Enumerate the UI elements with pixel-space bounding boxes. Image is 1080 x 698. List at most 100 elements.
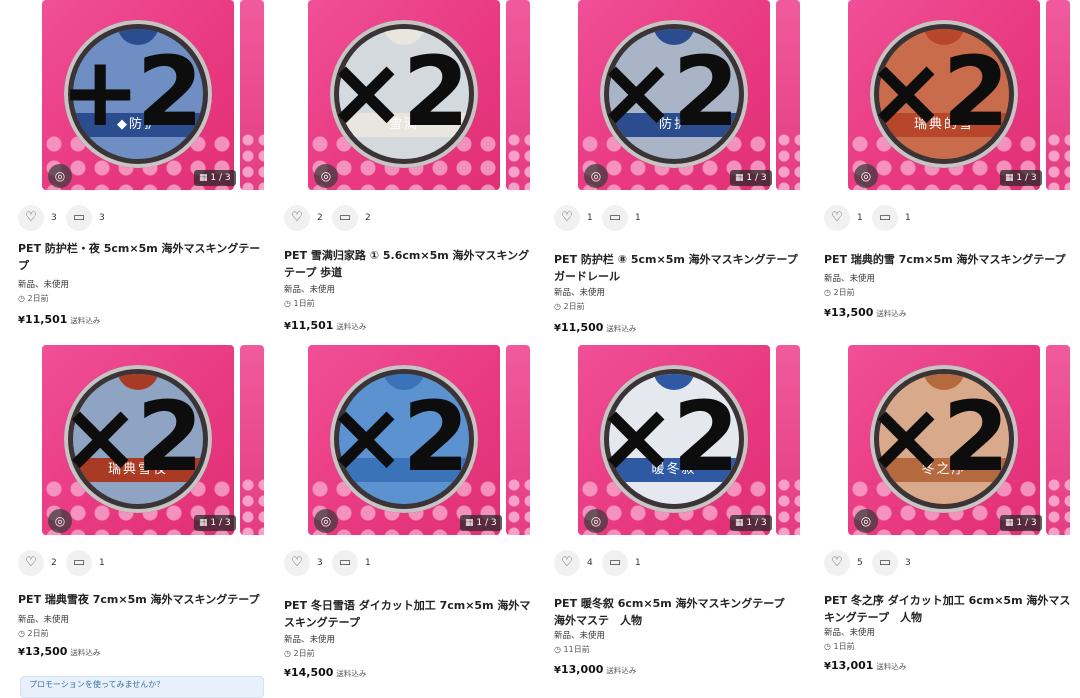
- product-card[interactable]: 瑞典的雪 ×2 ◎ ▦ 1 / 3 ♡ 1 ▭ 1 PET 瑞典的雪 7cm×5…: [824, 0, 1080, 340]
- comment-button[interactable]: ▭: [602, 550, 628, 576]
- next-photo-preview[interactable]: [1046, 0, 1070, 190]
- product-image-area[interactable]: 瑞典雪夜 ×2 ◎ ▦ 1 / 3: [18, 345, 278, 540]
- image-search-icon[interactable]: ◎: [314, 509, 338, 533]
- image-counter: ▦ 1 / 3: [460, 515, 502, 531]
- image-search-icon[interactable]: ◎: [48, 164, 72, 188]
- comment-icon: ▭: [608, 555, 622, 570]
- product-image-area[interactable]: ◆防护 +2 ◎ ▦ 1 / 3: [18, 0, 278, 195]
- posted-time: ◷ 1日前: [824, 642, 855, 651]
- condition-label: 新品、未使用: [284, 285, 336, 295]
- heart-icon: ♡: [831, 555, 843, 570]
- product-image-area[interactable]: 冬之序 ×2 ◎ ▦ 1 / 3: [824, 345, 1080, 540]
- like-count: 2: [51, 558, 57, 568]
- comment-button[interactable]: ▭: [872, 205, 898, 231]
- like-button[interactable]: ♡: [284, 205, 310, 231]
- like-count: 5: [857, 558, 863, 568]
- product-image-area[interactable]: 瑞典的雪 ×2 ◎ ▦ 1 / 3: [824, 0, 1080, 195]
- product-image-area[interactable]: ×2 ◎ ▦ 1 / 3: [284, 345, 544, 540]
- clock-icon: ◷: [824, 288, 831, 297]
- product-card[interactable]: 瑞典雪夜 ×2 ◎ ▦ 1 / 3 ♡ 2 ▭ 1 PET 瑞典雪夜 7cm×5…: [18, 345, 278, 685]
- product-card[interactable]: ×2 ◎ ▦ 1 / 3 ♡ 3 ▭ 1 PET 冬日雪语 ダイカット加工 7c…: [284, 345, 544, 685]
- quantity-overlay: ×2: [866, 36, 1009, 148]
- product-card[interactable]: 暖冬叙 ×2 ◎ ▦ 1 / 3 ♡ 4 ▭ 1 PET 暖冬叙 6cm×5m …: [554, 345, 814, 685]
- price: ¥13,500 送料込み: [824, 306, 907, 319]
- image-counter: ▦ 1 / 3: [1000, 515, 1042, 531]
- like-count: 3: [51, 213, 57, 223]
- promo-banner[interactable]: プロモーションを使ってみませんか？: [20, 676, 264, 698]
- comment-button[interactable]: ▭: [66, 550, 92, 576]
- image-search-icon[interactable]: ◎: [584, 509, 608, 533]
- product-image-area[interactable]: 防护 ×2 ◎ ▦ 1 / 3: [554, 0, 814, 195]
- image-counter: ▦ 1 / 3: [194, 170, 236, 186]
- image-search-icon[interactable]: ◎: [314, 164, 338, 188]
- price: ¥13,001 送料込み: [824, 659, 907, 672]
- clock-icon: ◷: [824, 642, 831, 651]
- like-button[interactable]: ♡: [18, 205, 44, 231]
- image-search-icon[interactable]: ◎: [48, 509, 72, 533]
- posted-time: ◷ 11日前: [554, 645, 590, 654]
- like-button[interactable]: ♡: [554, 550, 580, 576]
- product-title[interactable]: PET 暖冬叙 6cm×5m 海外マスキングテープ 海外マステ 人物: [554, 595, 804, 629]
- like-button[interactable]: ♡: [824, 550, 850, 576]
- price: ¥14,500 送料込み: [284, 666, 367, 679]
- like-count: 2: [317, 213, 323, 223]
- product-title[interactable]: PET 雪满归家路 ① 5.6cm×5m 海外マスキングテープ 歩道: [284, 247, 534, 281]
- like-count: 1: [857, 213, 863, 223]
- image-counter: ▦ 1 / 3: [730, 170, 772, 186]
- comment-button[interactable]: ▭: [602, 205, 628, 231]
- like-button[interactable]: ♡: [284, 550, 310, 576]
- price: ¥11,500 送料込み: [554, 321, 637, 334]
- next-photo-preview[interactable]: [1046, 345, 1070, 535]
- heart-icon: ♡: [25, 555, 37, 570]
- next-photo-preview[interactable]: [240, 0, 264, 190]
- like-button[interactable]: ♡: [18, 550, 44, 576]
- product-card[interactable]: 防护 ×2 ◎ ▦ 1 / 3 ♡ 1 ▭ 1 PET 防护栏 ⑧ 5cm×5m…: [554, 0, 814, 340]
- gallery-icon: ▦: [199, 518, 208, 528]
- comment-icon: ▭: [878, 555, 892, 570]
- next-photo-preview[interactable]: [776, 0, 800, 190]
- comment-button[interactable]: ▭: [66, 205, 92, 231]
- comment-button[interactable]: ▭: [332, 205, 358, 231]
- comment-button[interactable]: ▭: [332, 550, 358, 576]
- product-title[interactable]: PET 瑞典雪夜 7cm×5m 海外マスキングテープ: [18, 591, 268, 608]
- like-button[interactable]: ♡: [824, 205, 850, 231]
- product-title[interactable]: PET 冬日雪语 ダイカット加工 7cm×5m 海外マスキングテープ: [284, 597, 534, 631]
- gallery-icon: ▦: [465, 518, 474, 528]
- product-title[interactable]: PET 防护栏・夜 5cm×5m 海外マスキングテープ: [18, 240, 268, 274]
- heart-icon: ♡: [561, 555, 573, 570]
- product-card[interactable]: 冬之序 ×2 ◎ ▦ 1 / 3 ♡ 5 ▭ 3 PET 冬之序 ダイカット加工…: [824, 345, 1080, 685]
- product-card[interactable]: ◆防护 +2 ◎ ▦ 1 / 3 ♡ 3 ▭ 3 PET 防护栏・夜 5cm×5…: [18, 0, 278, 340]
- product-card[interactable]: 雪満 ×2 ◎ ♡ 2 ▭ 2 PET 雪满归家路 ① 5.6cm×5m 海外マ…: [284, 0, 544, 340]
- like-count: 1: [587, 213, 593, 223]
- next-photo-preview[interactable]: [240, 345, 264, 535]
- condition-label: 新品、未使用: [284, 635, 336, 645]
- like-count: 3: [317, 558, 323, 568]
- product-image-area[interactable]: 雪満 ×2 ◎: [284, 0, 544, 195]
- comment-icon: ▭: [878, 210, 892, 225]
- heart-icon: ♡: [291, 555, 303, 570]
- heart-icon: ♡: [25, 210, 37, 225]
- like-button[interactable]: ♡: [554, 205, 580, 231]
- comment-count: 1: [635, 558, 641, 568]
- gallery-icon: ▦: [1005, 518, 1014, 528]
- image-search-icon[interactable]: ◎: [584, 164, 608, 188]
- posted-time: ◷ 2日前: [284, 649, 315, 658]
- image-search-icon[interactable]: ◎: [854, 509, 878, 533]
- comment-button[interactable]: ▭: [872, 550, 898, 576]
- gallery-icon: ▦: [1005, 173, 1014, 183]
- shipping-label: 送料込み: [606, 324, 637, 333]
- quantity-overlay: ×2: [326, 381, 469, 493]
- condition-label: 新品、未使用: [824, 274, 876, 284]
- product-title[interactable]: PET 冬之序 ダイカット加工 6cm×5m 海外マスキングテープ 人物: [824, 592, 1074, 626]
- product-image-area[interactable]: 暖冬叙 ×2 ◎ ▦ 1 / 3: [554, 345, 814, 540]
- shipping-label: 送料込み: [876, 309, 907, 318]
- quantity-overlay: ×2: [866, 381, 1009, 493]
- comment-icon: ▭: [608, 210, 622, 225]
- next-photo-preview[interactable]: [776, 345, 800, 535]
- next-photo-preview[interactable]: [506, 345, 530, 535]
- next-photo-preview[interactable]: [506, 0, 530, 190]
- product-title[interactable]: PET 防护栏 ⑧ 5cm×5m 海外マスキングテープ ガードレール: [554, 251, 809, 285]
- product-title[interactable]: PET 瑞典的雪 7cm×5m 海外マスキングテープ: [824, 251, 1074, 268]
- clock-icon: ◷: [284, 299, 291, 308]
- image-search-icon[interactable]: ◎: [854, 164, 878, 188]
